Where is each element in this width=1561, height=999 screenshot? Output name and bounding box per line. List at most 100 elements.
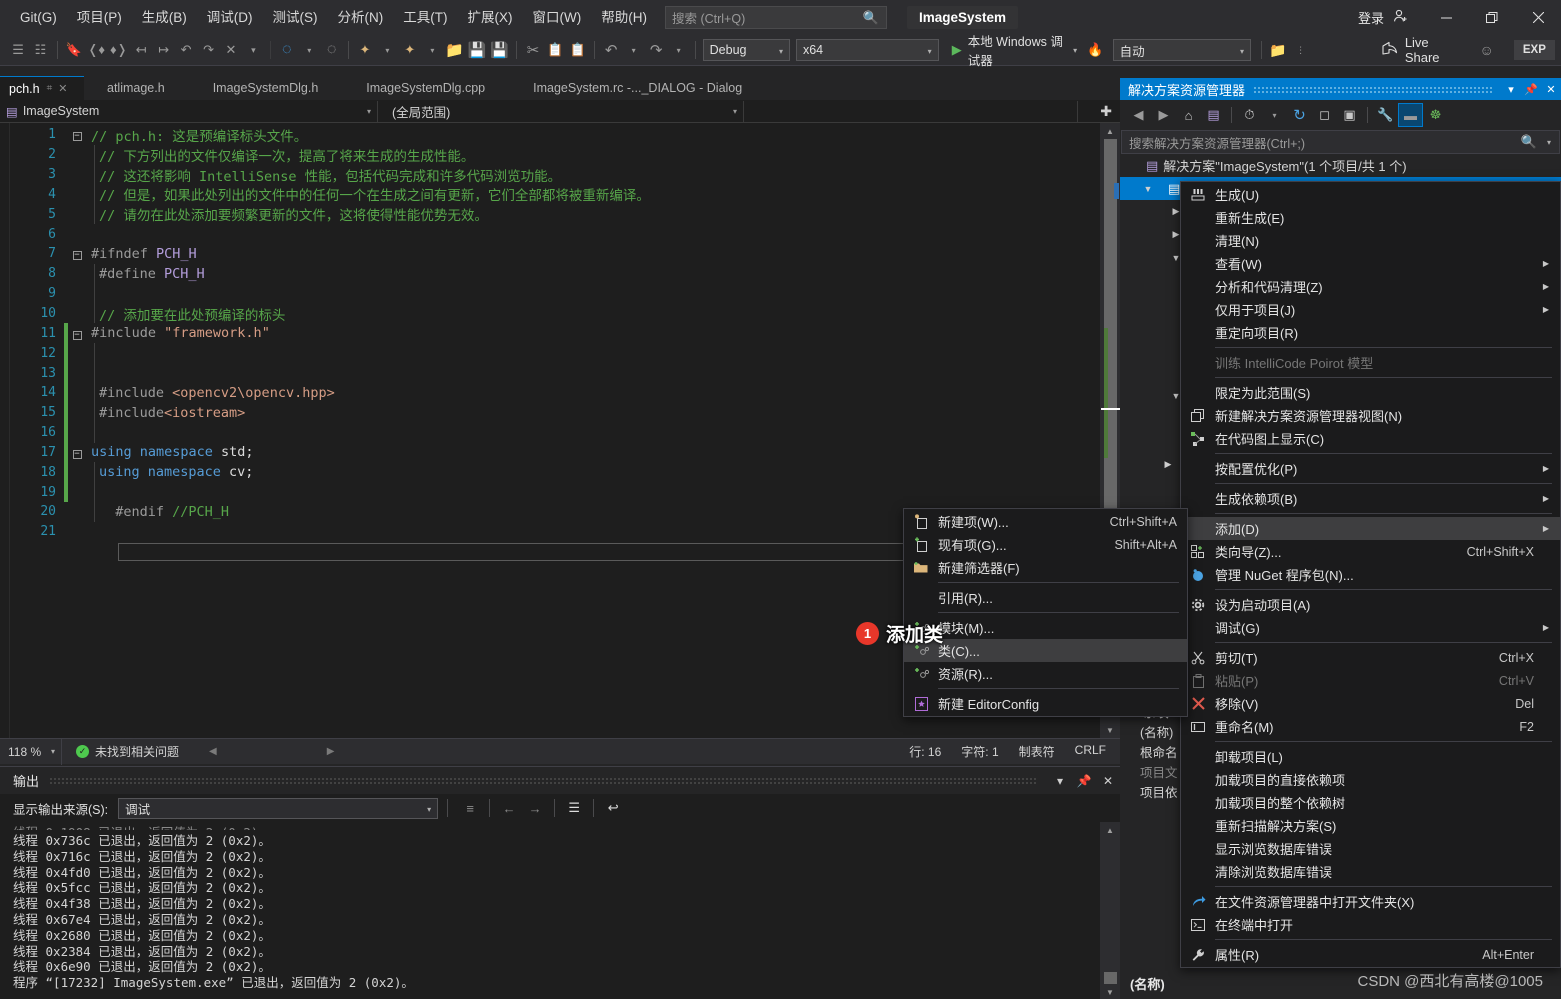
- menu-item-查看W[interactable]: 查看(W) ▶: [1181, 252, 1560, 275]
- menu-item-生成U[interactable]: 生成(U): [1181, 183, 1560, 206]
- sign-in-button[interactable]: 登录: [1354, 8, 1388, 27]
- nav-member-combo[interactable]: [744, 100, 1078, 122]
- menu-item-按配置优化P[interactable]: 按配置优化(P) ▶: [1181, 457, 1560, 480]
- menu-item-管理NuGet程序包N[interactable]: 管理 NuGet 程序包(N)...: [1181, 563, 1560, 586]
- add-person-icon[interactable]: [1392, 8, 1409, 27]
- process-combo[interactable]: 自动 ▾: [1112, 39, 1252, 61]
- menu-item-引用R[interactable]: 引用(R)...: [904, 586, 1187, 609]
- pane-dropdown-icon[interactable]: ▾: [1501, 78, 1521, 100]
- navigate-backward-icon[interactable]: ◌: [277, 38, 297, 62]
- previous-bookmark-folder-icon[interactable]: ↤: [131, 38, 151, 62]
- navigate-forward-icon[interactable]: ◌: [321, 38, 341, 62]
- menu-item-重定向项目R[interactable]: 重定向项目(R): [1181, 321, 1560, 344]
- toolbar-overflow-icon[interactable]: ▾: [243, 38, 263, 62]
- properties-wrench-icon[interactable]: 🔧: [1373, 103, 1398, 127]
- menu-item-移除V[interactable]: 移除(V) Del: [1181, 692, 1560, 715]
- expander-expand-icon[interactable]: ▶: [1160, 459, 1176, 470]
- menu-item-在文件资源管理器中打开文件夹[interactable]: 在文件资源管理器中打开文件夹(X): [1181, 890, 1560, 913]
- issue-status[interactable]: ✓ 未找到相关问题: [76, 743, 179, 760]
- disable-bookmark-icon[interactable]: ↷: [198, 38, 218, 62]
- next-issue-icon[interactable]: ▶: [327, 746, 335, 757]
- start-debugging-button[interactable]: ▶ 本地 Windows 调试器 ▾: [948, 35, 1081, 68]
- find-message-icon[interactable]: ≡: [457, 796, 483, 820]
- menu-item-在终端中打开[interactable]: 在终端中打开: [1181, 913, 1560, 936]
- chevron-down-icon[interactable]: ▾: [1547, 138, 1551, 147]
- editor-tab-4[interactable]: ImageSystem.rc -..._DIALOG - Dialog: [524, 76, 751, 100]
- project-context-menu[interactable]: 生成(U) 重新生成(E) 清理(N) 查看(W) ▶ 分析和代码清理(Z) ▶ 仅用于项目(…: [1180, 181, 1561, 968]
- menu-item-4[interactable]: 测试(S): [263, 0, 328, 35]
- menu-item-现有项G[interactable]: 现有项(G)... Shift+Alt+A: [904, 533, 1187, 556]
- new-project-icon[interactable]: ✦: [355, 38, 375, 62]
- menu-item-新建项W[interactable]: 新建项(W)... Ctrl+Shift+A: [904, 510, 1187, 533]
- pin-icon[interactable]: 📌: [1521, 78, 1541, 100]
- drag-handle[interactable]: [1253, 85, 1493, 93]
- code-map-icon[interactable]: ☸: [1423, 103, 1448, 127]
- save-all-icon[interactable]: 💾: [489, 38, 509, 62]
- menu-item-6[interactable]: 工具(T): [393, 0, 457, 35]
- feedback-person-icon[interactable]: ☺: [1476, 38, 1496, 62]
- menu-item-清除浏览数据库错误[interactable]: 清除浏览数据库错误: [1181, 860, 1560, 883]
- save-icon[interactable]: 💾: [467, 38, 487, 62]
- close-icon[interactable]: ✕: [1096, 767, 1120, 794]
- menu-item-2[interactable]: 生成(B): [132, 0, 197, 35]
- scroll-down-icon[interactable]: ▼: [1100, 984, 1120, 999]
- pending-changes-icon[interactable]: ⏱: [1237, 103, 1262, 127]
- new-item-dropdown-icon[interactable]: ▾: [422, 38, 442, 62]
- copy-icon[interactable]: 📋: [545, 38, 565, 62]
- clear-all-icon[interactable]: ☰: [561, 796, 587, 820]
- menu-item-9[interactable]: 帮助(H): [591, 0, 657, 35]
- toggle-bookmark-icon[interactable]: 🔖: [64, 38, 84, 62]
- scroll-up-icon[interactable]: ▲: [1100, 123, 1120, 139]
- close-button[interactable]: [1515, 0, 1561, 35]
- pin-icon[interactable]: 📌: [1072, 767, 1096, 794]
- close-icon[interactable]: ✕: [58, 82, 67, 95]
- navigate-backward-dropdown-icon[interactable]: ▾: [299, 38, 319, 62]
- undo-icon[interactable]: ↶: [601, 38, 621, 62]
- chevron-down-icon[interactable]: ▾: [1262, 103, 1287, 127]
- menu-item-重新生成E[interactable]: 重新生成(E): [1181, 206, 1560, 229]
- next-bookmark-icon[interactable]: ♦❭: [108, 38, 128, 62]
- go-to-next-message-icon[interactable]: →: [522, 796, 548, 820]
- redo-icon[interactable]: ↷: [646, 38, 666, 62]
- menu-item-类C[interactable]: 类(C)...: [904, 639, 1187, 662]
- nav-project-combo[interactable]: ▤ ImageSystem ▾: [0, 100, 378, 122]
- menu-item-加载项目的直接依赖项[interactable]: 加载项目的直接依赖项: [1181, 768, 1560, 791]
- nav-scope-combo[interactable]: (全局范围) ▾: [378, 100, 744, 122]
- toggle-word-wrap-icon[interactable]: ↩: [600, 796, 626, 820]
- enable-bookmark-icon[interactable]: ↶: [176, 38, 196, 62]
- paste-icon[interactable]: 📋: [568, 38, 588, 62]
- menu-item-资源R[interactable]: 资源(R)...: [904, 662, 1187, 685]
- expander-collapse-icon[interactable]: ▼: [1140, 184, 1156, 194]
- chevron-down-icon[interactable]: ▾: [1073, 46, 1077, 55]
- menu-item-模块M[interactable]: 模块(M)...: [904, 616, 1187, 639]
- open-file-icon[interactable]: 📁: [445, 38, 465, 62]
- clear-bookmarks-icon[interactable]: ✕: [221, 38, 241, 62]
- scroll-up-icon[interactable]: ▲: [1100, 822, 1120, 838]
- menu-item-属性R[interactable]: 属性(R) Alt+Enter: [1181, 943, 1560, 966]
- menu-item-重命名M[interactable]: 重命名(M) F2: [1181, 715, 1560, 738]
- menu-item-新建筛选器F[interactable]: 新建筛选器(F): [904, 556, 1187, 579]
- fold-toggle-icon[interactable]: −: [68, 327, 86, 340]
- minimize-button[interactable]: [1423, 0, 1469, 35]
- next-bookmark-folder-icon[interactable]: ↦: [153, 38, 173, 62]
- fold-toggle-icon[interactable]: −: [68, 247, 86, 261]
- menu-item-调试G[interactable]: 调试(G) ▶: [1181, 616, 1560, 639]
- fold-toggle-icon[interactable]: −: [68, 446, 86, 459]
- menu-item-设为启动项目A[interactable]: 设为启动项目(A): [1181, 593, 1560, 616]
- editor-tab-3[interactable]: ImageSystemDlg.cpp: [357, 76, 494, 100]
- menu-item-仅用于项目J[interactable]: 仅用于项目(J) ▶: [1181, 298, 1560, 321]
- menu-item-1[interactable]: 项目(P): [67, 0, 132, 35]
- refresh-icon[interactable]: ↻: [1287, 103, 1312, 127]
- search-solution-icon[interactable]: 📁: [1268, 38, 1288, 62]
- cut-icon[interactable]: ✂: [523, 38, 543, 62]
- home-icon[interactable]: ⌂: [1176, 103, 1201, 127]
- undo-dropdown-icon[interactable]: ▾: [623, 38, 643, 62]
- menu-item-生成依赖项B[interactable]: 生成依赖项(B) ▶: [1181, 487, 1560, 510]
- split-editor-icon[interactable]: ✚: [1100, 103, 1112, 120]
- editor-tab-0[interactable]: pch.h ⌗ ✕: [0, 76, 84, 100]
- close-icon[interactable]: ✕: [1541, 78, 1561, 100]
- preview-selected-items-icon[interactable]: ▬: [1398, 103, 1423, 127]
- menu-item-卸载项目L[interactable]: 卸载项目(L): [1181, 745, 1560, 768]
- tree-item-solution[interactable]: ▤ 解决方案"ImageSystem"(1 个项目/共 1 个): [1120, 154, 1561, 177]
- new-item-icon[interactable]: ✦: [400, 38, 420, 62]
